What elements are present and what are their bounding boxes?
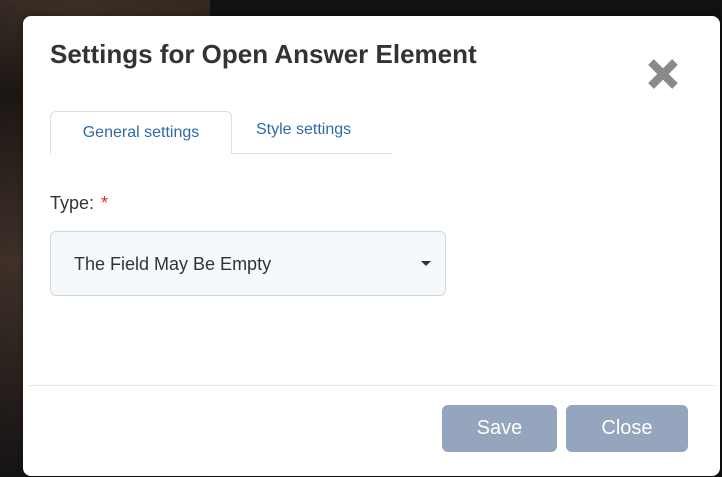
- tab-style-settings[interactable]: Style settings: [256, 111, 351, 151]
- close-button[interactable]: Close: [566, 405, 688, 452]
- type-label-text: Type:: [50, 193, 95, 213]
- save-button[interactable]: Save: [442, 405, 557, 452]
- settings-tabs: General settings Style settings: [50, 111, 392, 154]
- tab-general-settings[interactable]: General settings: [50, 111, 232, 154]
- footer-divider: [28, 385, 715, 386]
- required-asterisk: *: [101, 193, 109, 213]
- tab-bar-divider: [232, 153, 392, 154]
- type-label: Type: *: [50, 193, 108, 214]
- type-select[interactable]: The Field May Be Empty: [50, 231, 446, 296]
- dialog-title: Settings for Open Answer Element: [50, 39, 477, 69]
- type-select-value: The Field May Be Empty: [74, 254, 272, 274]
- settings-dialog: Settings for Open Answer Element General…: [23, 16, 720, 476]
- close-x-icon[interactable]: [643, 54, 683, 94]
- caret-down-icon: [421, 261, 431, 266]
